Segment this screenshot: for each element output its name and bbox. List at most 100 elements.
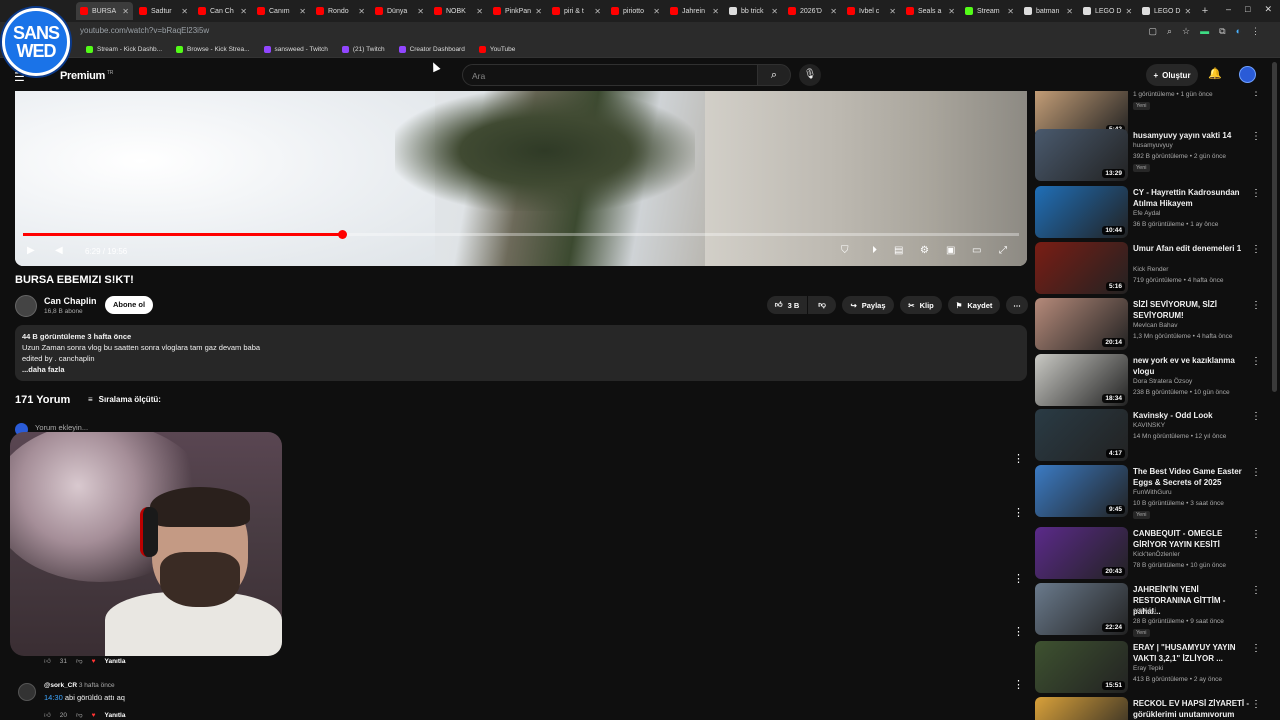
search-icon[interactable]: ⌕ — [757, 64, 791, 86]
video-menu-icon[interactable]: ⋮ — [1251, 244, 1261, 255]
recommended-title[interactable]: ERAY | "HUSAMYUY YAYIN VAKTI 3,2,1" İZLİ… — [1133, 642, 1255, 664]
video-thumbnail[interactable]: 13:29 — [1035, 129, 1128, 181]
video-menu-icon[interactable]: ⋮ — [1251, 131, 1261, 142]
recommended-video[interactable]: 20:43 CANBEQUIT - OMEGLE GİRİYOR YAYIN KE… — [1035, 527, 1267, 583]
video-menu-icon[interactable]: ⋮ — [1251, 643, 1261, 654]
save-button[interactable]: ⚑ Kaydet — [948, 296, 1000, 314]
video-thumbnail[interactable]: 15:51 — [1035, 641, 1128, 693]
settings-gear-icon[interactable]: ⚙ — [920, 245, 929, 256]
recommended-channel[interactable]: husamyuvyuy — [1133, 142, 1173, 149]
recommended-video[interactable]: RECKOL EV HAPSİ ZİYARETİ - görüklerimi u… — [1035, 697, 1267, 720]
bookmark-item[interactable]: Stream - Kick Dashb... — [86, 46, 162, 53]
play-icon[interactable]: ▶ — [27, 245, 35, 256]
minimize-icon[interactable]: – — [1226, 4, 1231, 15]
commenter-avatar[interactable] — [18, 683, 36, 701]
browser-tab[interactable]: 2026'D ✕ — [784, 2, 841, 20]
profile-icon[interactable]: ◐ — [1236, 26, 1241, 37]
reply-button[interactable]: Yanıtla — [105, 658, 126, 665]
recommended-video[interactable]: 10:44 CY - Hayrettin Kadrosundan Atılma H… — [1035, 186, 1267, 242]
maximize-icon[interactable]: □ — [1245, 4, 1250, 15]
microphone-icon[interactable]: 🎙 — [799, 64, 821, 86]
new-tab-button[interactable]: + — [1197, 5, 1213, 17]
zoom-icon[interactable]: ⌕ — [1167, 26, 1172, 37]
tab-close-icon[interactable]: ✕ — [299, 7, 306, 16]
comment-author[interactable]: @sork_CR 3 hafta önce — [44, 682, 115, 689]
youtube-logo[interactable]: Premium TR — [60, 70, 113, 82]
create-button[interactable]: + Oluştur — [1146, 64, 1198, 86]
bookmark-item[interactable]: Creator Dashboard — [398, 46, 465, 53]
address-bar[interactable]: youtube.com/watch?v=bRaqEl23i5w ▢ ⌕ ☆ ▬ … — [0, 22, 1280, 42]
tab-close-icon[interactable]: ✕ — [948, 7, 955, 16]
recommended-channel[interactable]: Eray Tepki — [1133, 665, 1163, 672]
browser-tab[interactable]: Sadtur ✕ — [135, 2, 192, 20]
subscribe-button[interactable]: Abone ol — [105, 296, 153, 314]
tab-close-icon[interactable]: ✕ — [122, 7, 129, 16]
browser-tab[interactable]: Ivbel c ✕ — [843, 2, 900, 20]
browser-tab[interactable]: Stream ✕ — [961, 2, 1018, 20]
recommended-title[interactable]: Umur Afan edit denemeleri 1 — [1133, 243, 1255, 254]
notifications-bell-icon[interactable]: 🔔 — [1208, 67, 1222, 80]
browser-tab[interactable]: BURSA ✕ — [76, 2, 133, 20]
video-menu-icon[interactable]: ⋮ — [1251, 585, 1261, 596]
recommended-title[interactable]: new york ev ve kazıklanma vlogu — [1133, 355, 1255, 377]
video-menu-icon[interactable]: ⋮ — [1251, 529, 1261, 540]
video-thumbnail[interactable]: 9:45 — [1035, 465, 1128, 517]
progress-bar[interactable] — [23, 230, 1019, 239]
show-more-link[interactable]: ...daha fazla — [22, 365, 65, 374]
sort-button[interactable]: ≡ Sıralama ölçütü: — [88, 395, 161, 404]
channel-name[interactable]: Can Chaplin — [44, 296, 97, 306]
autoplay-toggle-icon[interactable]: ⏵ — [872, 245, 877, 256]
comment-menu-icon[interactable]: ⋮ — [1013, 625, 1024, 638]
browser-tab[interactable]: Dünya ✕ — [371, 2, 428, 20]
clip-button[interactable]: ✂ Klip — [900, 296, 942, 314]
recommended-title[interactable]: SİZİ SEVİYORUM, SİZİ SEVİYORUM! — [1133, 299, 1255, 321]
add-comment-input[interactable]: Yorum ekleyin... — [35, 423, 88, 432]
tab-close-icon[interactable]: ✕ — [653, 7, 660, 16]
browser-tab[interactable]: Jahrein ✕ — [666, 2, 723, 20]
video-menu-icon[interactable]: ⋮ — [1251, 300, 1261, 311]
video-menu-icon[interactable]: ⋮ — [1251, 188, 1261, 199]
recommended-title[interactable]: Kavinsky - Odd Look — [1133, 410, 1255, 421]
recommended-title[interactable]: CY - Hayrettin Kadrosundan Atılma Hikaye… — [1133, 187, 1255, 209]
browser-tab[interactable]: LEGO D ✕ — [1079, 2, 1136, 20]
recommended-video[interactable]: 4:17 Kavinsky - Odd Look KAVINSKY 14 Mn gör… — [1035, 409, 1267, 465]
video-menu-icon[interactable]: ⋮ — [1251, 356, 1261, 367]
tab-close-icon[interactable]: ✕ — [889, 7, 896, 16]
bookmark-item[interactable]: (21) Twitch — [341, 46, 385, 53]
channel-avatar[interactable] — [15, 295, 37, 317]
recommended-channel[interactable]: Kick Render — [1133, 266, 1168, 273]
description-box[interactable]: 44 B görüntüleme 3 hafta önce Uzun Zaman… — [15, 325, 1027, 381]
cast-tv-icon[interactable]: ▭ — [972, 245, 981, 256]
video-thumbnail[interactable]: 4:17 — [1035, 409, 1128, 461]
browser-tab[interactable]: PinkPan ✕ — [489, 2, 546, 20]
recommended-video[interactable]: 18:34 new york ev ve kazıklanma vlogu Dora… — [1035, 354, 1267, 410]
browser-tab[interactable]: LEGO D ✕ — [1138, 2, 1195, 20]
subtitles-icon[interactable]: ▤ — [894, 245, 903, 256]
video-thumbnail[interactable]: 22:24 — [1035, 583, 1128, 635]
tab-close-icon[interactable]: ✕ — [594, 7, 601, 16]
browser-tab[interactable]: piriotto ✕ — [607, 2, 664, 20]
recommended-channel[interactable]: Dora Stratera Özsoy — [1133, 378, 1192, 385]
recommended-title[interactable]: RECKOL EV HAPSİ ZİYARETİ - görüklerimi u… — [1133, 698, 1255, 720]
tab-close-icon[interactable]: ✕ — [358, 7, 365, 16]
thumbs-down-icon[interactable]: 👎︎ — [76, 711, 83, 719]
video-thumbnail[interactable]: 18:34 — [1035, 354, 1128, 406]
recommended-video[interactable]: 20:14 SİZİ SEVİYORUM, SİZİ SEVİYORUM! Mevl… — [1035, 298, 1267, 354]
bookmark-star-icon[interactable]: ☆ — [1182, 26, 1190, 37]
account-avatar[interactable] — [1239, 66, 1256, 83]
like-button[interactable]: 👍︎ 3 B — [767, 296, 807, 314]
volume-icon[interactable]: ◀ — [55, 245, 63, 256]
video-menu-icon[interactable]: ⋮ — [1251, 467, 1261, 478]
share-button[interactable]: ↪ Paylaş — [842, 296, 894, 314]
tab-close-icon[interactable]: ✕ — [1184, 7, 1191, 16]
comment-menu-icon[interactable]: ⋮ — [1013, 572, 1024, 585]
tab-close-icon[interactable]: ✕ — [1125, 7, 1132, 16]
recommended-video[interactable]: 22:24 JAHREİN'İN YENİ RESTORANINA GİTTİM … — [1035, 583, 1267, 639]
tab-close-icon[interactable]: ✕ — [535, 7, 542, 16]
tab-close-icon[interactable]: ✕ — [1007, 7, 1014, 16]
recommended-video[interactable]: 9:45 The Best Video Game Easter Eggs & Se… — [1035, 465, 1267, 521]
extension-icon[interactable]: ▬ — [1200, 26, 1209, 37]
timestamp-link[interactable]: 14:30 — [44, 693, 63, 702]
comment-menu-icon[interactable]: ⋮ — [1013, 506, 1024, 519]
tab-close-icon[interactable]: ✕ — [830, 7, 837, 16]
